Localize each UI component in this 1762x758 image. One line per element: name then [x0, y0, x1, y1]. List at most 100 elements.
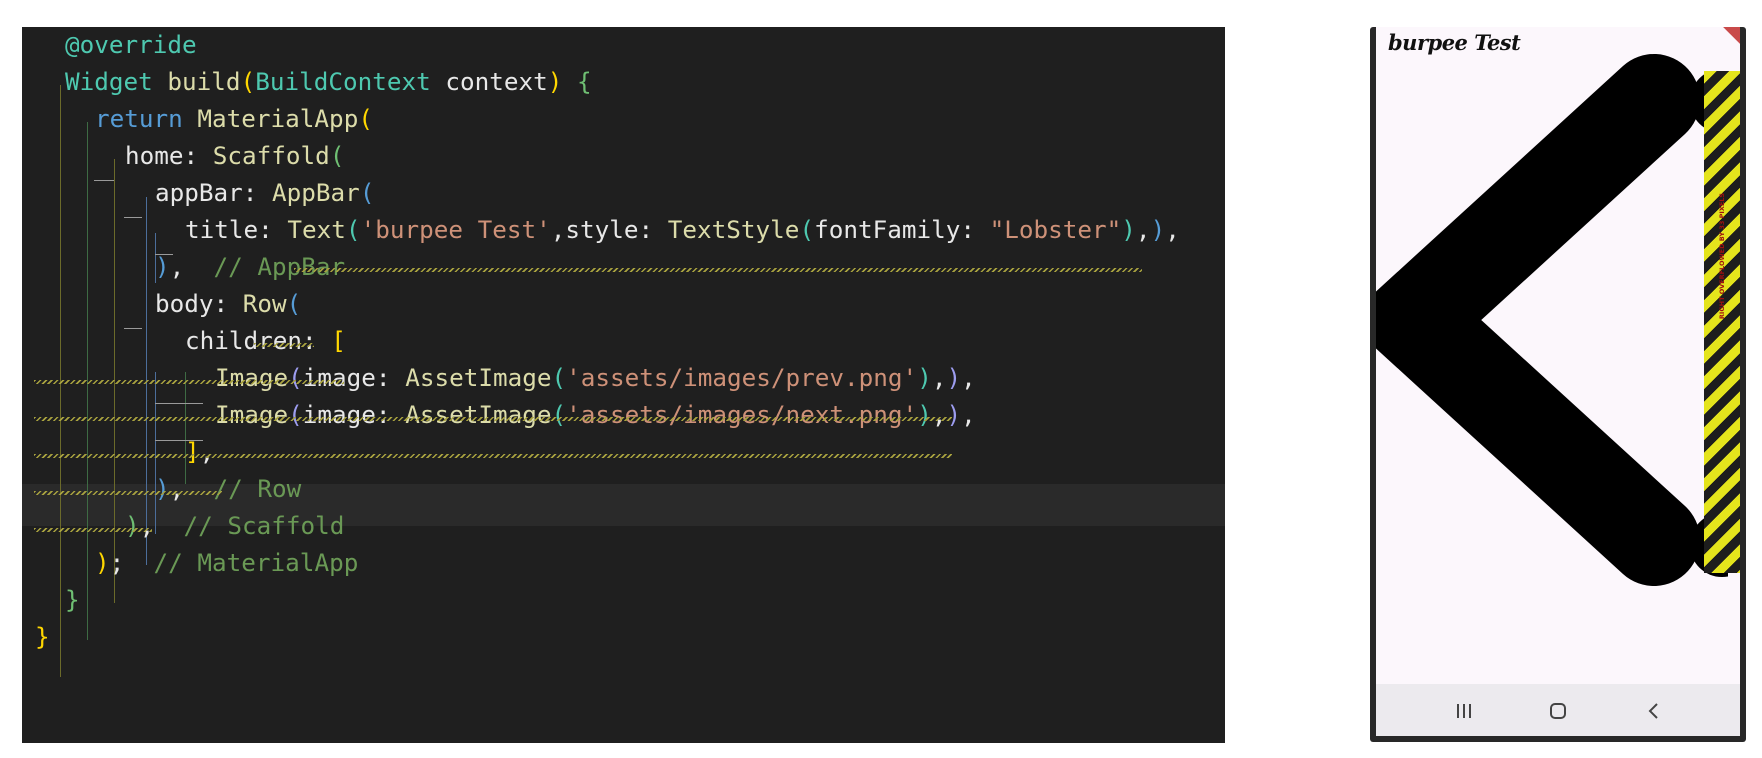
code-token: (	[551, 363, 567, 392]
code-line: body: Row(	[155, 283, 301, 325]
code-token: ,	[931, 363, 947, 392]
code-line: appBar: AppBar(	[155, 172, 374, 214]
code-token: return	[95, 104, 183, 133]
phone-emulator: burpee Test RIGHT OVERFLOWED BY 33 PIXEL…	[1370, 27, 1746, 742]
code-token: :	[375, 363, 406, 392]
code-token: 'assets/images/next.png'	[566, 400, 918, 429]
code-line: children: [	[185, 320, 346, 362]
code-token: ]	[185, 437, 200, 466]
code-token: (	[551, 400, 567, 429]
code-line: ), // AppBar	[155, 246, 345, 288]
code-token: ;	[109, 548, 154, 577]
code-token: context	[430, 67, 548, 96]
phone-screen[interactable]: burpee Test RIGHT OVERFLOWED BY 33 PIXEL…	[1376, 27, 1740, 736]
home-icon[interactable]	[1545, 700, 1571, 722]
code-token: )	[547, 67, 563, 96]
code-line: ); // MaterialApp	[95, 542, 358, 584]
code-line: Image(image: AssetImage('assets/images/p…	[215, 357, 976, 399]
code-token: (	[345, 215, 361, 244]
warning-squiggle	[34, 528, 152, 532]
code-token: :	[638, 215, 668, 244]
code-token: // Scaffold	[183, 511, 345, 540]
code-token: (	[358, 104, 373, 133]
code-token: ,	[1135, 215, 1151, 244]
code-token: )	[155, 252, 170, 281]
code-token: // Row	[213, 474, 302, 503]
code-line: home: Scaffold(	[125, 135, 344, 177]
code-token: fontFamily	[814, 215, 961, 244]
code-line: Widget build(BuildContext context) {	[65, 61, 592, 103]
back-icon[interactable]	[1641, 700, 1667, 722]
code-token: Image	[215, 363, 289, 392]
code-token: ,	[961, 363, 976, 392]
code-line: }	[65, 579, 80, 621]
code-token: @override	[65, 30, 197, 59]
code-token: appBar	[155, 178, 243, 207]
warning-squiggle	[254, 343, 314, 347]
code-token: )	[155, 474, 170, 503]
warning-squiggle	[34, 454, 952, 458]
code-token: image	[302, 363, 376, 392]
code-token: AssetImage	[405, 363, 552, 392]
code-token: )	[917, 400, 932, 429]
warning-squiggle	[34, 380, 344, 384]
code-token: :	[302, 326, 332, 355]
code-token: )	[1121, 215, 1136, 244]
warning-squiggle	[34, 491, 222, 495]
code-token: )	[95, 548, 110, 577]
code-token: "Lobster"	[989, 215, 1122, 244]
code-editor[interactable]: @override Widget build(BuildContext cont…	[22, 27, 1225, 743]
code-token: )	[946, 363, 962, 392]
code-token: {	[562, 67, 592, 96]
tree-connector	[155, 403, 203, 404]
warning-squiggle	[294, 268, 1142, 272]
code-token: MaterialApp	[182, 104, 359, 133]
code-token: )	[946, 400, 962, 429]
debug-banner	[1714, 27, 1740, 48]
code-token: [	[331, 326, 346, 355]
code-token: (	[286, 289, 302, 318]
code-token: BuildContext	[255, 67, 431, 96]
code-token: ,	[139, 511, 184, 540]
code-token: Row	[242, 289, 287, 318]
code-token: (	[799, 215, 815, 244]
code-token: (	[359, 178, 375, 207]
code-line: ), // Scaffold	[125, 505, 344, 547]
code-token: Image	[215, 400, 289, 429]
warning-squiggle	[34, 417, 952, 421]
code-token: style	[565, 215, 639, 244]
code-token: (	[240, 67, 256, 96]
chevron-left-icon	[1376, 54, 1700, 586]
code-token: ,	[931, 400, 947, 429]
code-token: AssetImage	[405, 400, 552, 429]
code-token: (	[329, 141, 345, 170]
code-token: // MaterialApp	[153, 548, 359, 577]
code-token: }	[35, 622, 50, 651]
code-token: :	[183, 141, 213, 170]
code-line: return MaterialApp(	[95, 98, 373, 140]
code-token: 'burpee Test'	[360, 215, 551, 244]
code-token: ,	[199, 437, 215, 466]
code-token: ,	[169, 474, 214, 503]
code-token: )	[917, 363, 932, 392]
code-token: home	[125, 141, 184, 170]
code-token: AppBar	[272, 178, 360, 207]
code-token: TextStyle	[667, 215, 800, 244]
code-token: (	[288, 400, 303, 429]
code-token: image	[302, 400, 376, 429]
tree-connector	[124, 328, 142, 329]
code-token: :	[375, 400, 406, 429]
tree-connector	[94, 180, 114, 181]
code-token: // AppBar	[213, 252, 346, 281]
recent-apps-icon[interactable]	[1451, 700, 1477, 722]
code-token: (	[288, 363, 303, 392]
code-token: Scaffold	[212, 141, 330, 170]
tree-connector	[124, 217, 142, 218]
code-token: title	[185, 215, 259, 244]
code-line: Image(image: AssetImage('assets/images/n…	[215, 394, 976, 436]
code-token: ,	[961, 400, 976, 429]
code-token: build	[152, 67, 241, 96]
code-token: }	[65, 585, 80, 614]
code-token: :	[258, 215, 288, 244]
code-token: )	[1150, 215, 1166, 244]
